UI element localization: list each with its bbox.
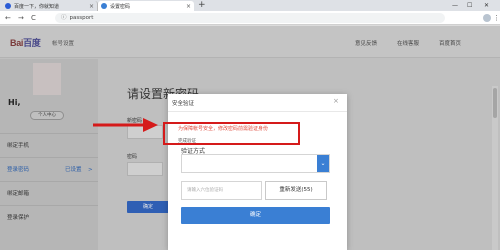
tab-close-icon[interactable]: ×: [89, 3, 94, 10]
back-icon[interactable]: ←: [5, 13, 11, 23]
window-close-button[interactable]: ✕: [484, 0, 489, 11]
security-verification-dialog: 安全验证 × 为保障帐号安全，修改密码前需验证身份 完成验证 验证方式 ⌄ 请输…: [168, 94, 347, 250]
chevron-down-icon[interactable]: ⌄: [317, 155, 329, 172]
sidebar: Hi, 个人中心 绑定手机 登录密码 已设置 > 绑定邮箱 登录保护: [0, 59, 98, 250]
main-confirm-button[interactable]: 确定: [127, 201, 169, 213]
forward-icon[interactable]: →: [18, 13, 24, 23]
feedback-link[interactable]: 意见反馈: [355, 39, 377, 47]
site-info-icon[interactable]: ⓘ: [61, 15, 67, 21]
divider: [168, 111, 347, 112]
profile-avatar-icon[interactable]: [483, 14, 491, 22]
password-label: 密码: [127, 154, 138, 160]
password-field[interactable]: [127, 162, 163, 176]
sidebar-item-login-password[interactable]: 登录密码 已设置 >: [0, 157, 98, 181]
scrollbar-thumb[interactable]: [493, 88, 497, 118]
sidebar-item-label: 绑定邮箱: [7, 191, 30, 197]
tab-title: 设置密码: [110, 3, 131, 10]
new-tab-button[interactable]: +: [198, 0, 206, 11]
reload-icon[interactable]: C: [31, 13, 36, 23]
site-header: Bai百度 帐号设置 意见反馈 在线客服 百度首页: [0, 26, 500, 58]
sidebar-item-label: 登录密码: [7, 167, 30, 173]
maximize-button[interactable]: ☐: [467, 0, 472, 11]
browser-tab-set-password[interactable]: 设置密码 ×: [98, 1, 194, 11]
baidu-logo[interactable]: Bai百度: [10, 36, 41, 49]
username: Hi,: [8, 98, 21, 107]
scrollbar[interactable]: [492, 86, 498, 250]
personal-center-button[interactable]: 个人中心: [30, 111, 64, 120]
sidebar-item-bind-phone[interactable]: 绑定手机: [0, 133, 98, 157]
tab-title: 百度一下，你就知道: [14, 3, 60, 10]
verification-code-input[interactable]: 请输入六位验证码: [181, 181, 262, 200]
sidebar-item-login-protection[interactable]: 登录保护: [0, 205, 98, 229]
verification-method-select[interactable]: ⌄: [181, 154, 330, 173]
annotation-highlight-box: [163, 122, 300, 145]
site-subtitle: 帐号设置: [52, 41, 75, 47]
tab-close-icon[interactable]: ×: [186, 3, 191, 10]
new-password-label: 新密码: [127, 118, 143, 124]
sidebar-item-label: 绑定手机: [7, 143, 30, 149]
sidebar-item-bind-email[interactable]: 绑定邮箱: [0, 181, 98, 205]
sidebar-item-label: 登录保护: [7, 215, 30, 221]
url-text: passport: [69, 15, 94, 21]
address-toolbar: ← → C ⓘ passport ⋮: [0, 11, 500, 25]
dialog-confirm-button[interactable]: 确定: [181, 207, 330, 224]
page-favicon-icon: [101, 3, 107, 9]
baidu-favicon-icon: [5, 3, 11, 9]
tab-bar: 百度一下，你就知道 × 设置密码 × + — ☐ ✕: [0, 0, 500, 11]
baidu-home-link[interactable]: 百度首页: [439, 39, 461, 47]
dialog-title: 安全验证: [172, 101, 195, 107]
browser-menu-icon[interactable]: ⋮: [493, 13, 500, 23]
online-service-link[interactable]: 在线客服: [397, 39, 419, 47]
minimize-button[interactable]: —: [452, 0, 458, 11]
status-badge: 已设置: [65, 167, 82, 173]
resend-code-button[interactable]: 重新发送(55): [265, 181, 327, 200]
chevron-right-icon: >: [88, 167, 93, 173]
browser-tab-baidu[interactable]: 百度一下，你就知道 ×: [2, 1, 98, 11]
address-bar[interactable]: ⓘ passport: [55, 13, 445, 23]
avatar: [33, 63, 61, 95]
close-icon[interactable]: ×: [333, 97, 339, 105]
new-password-field[interactable]: [127, 125, 163, 139]
